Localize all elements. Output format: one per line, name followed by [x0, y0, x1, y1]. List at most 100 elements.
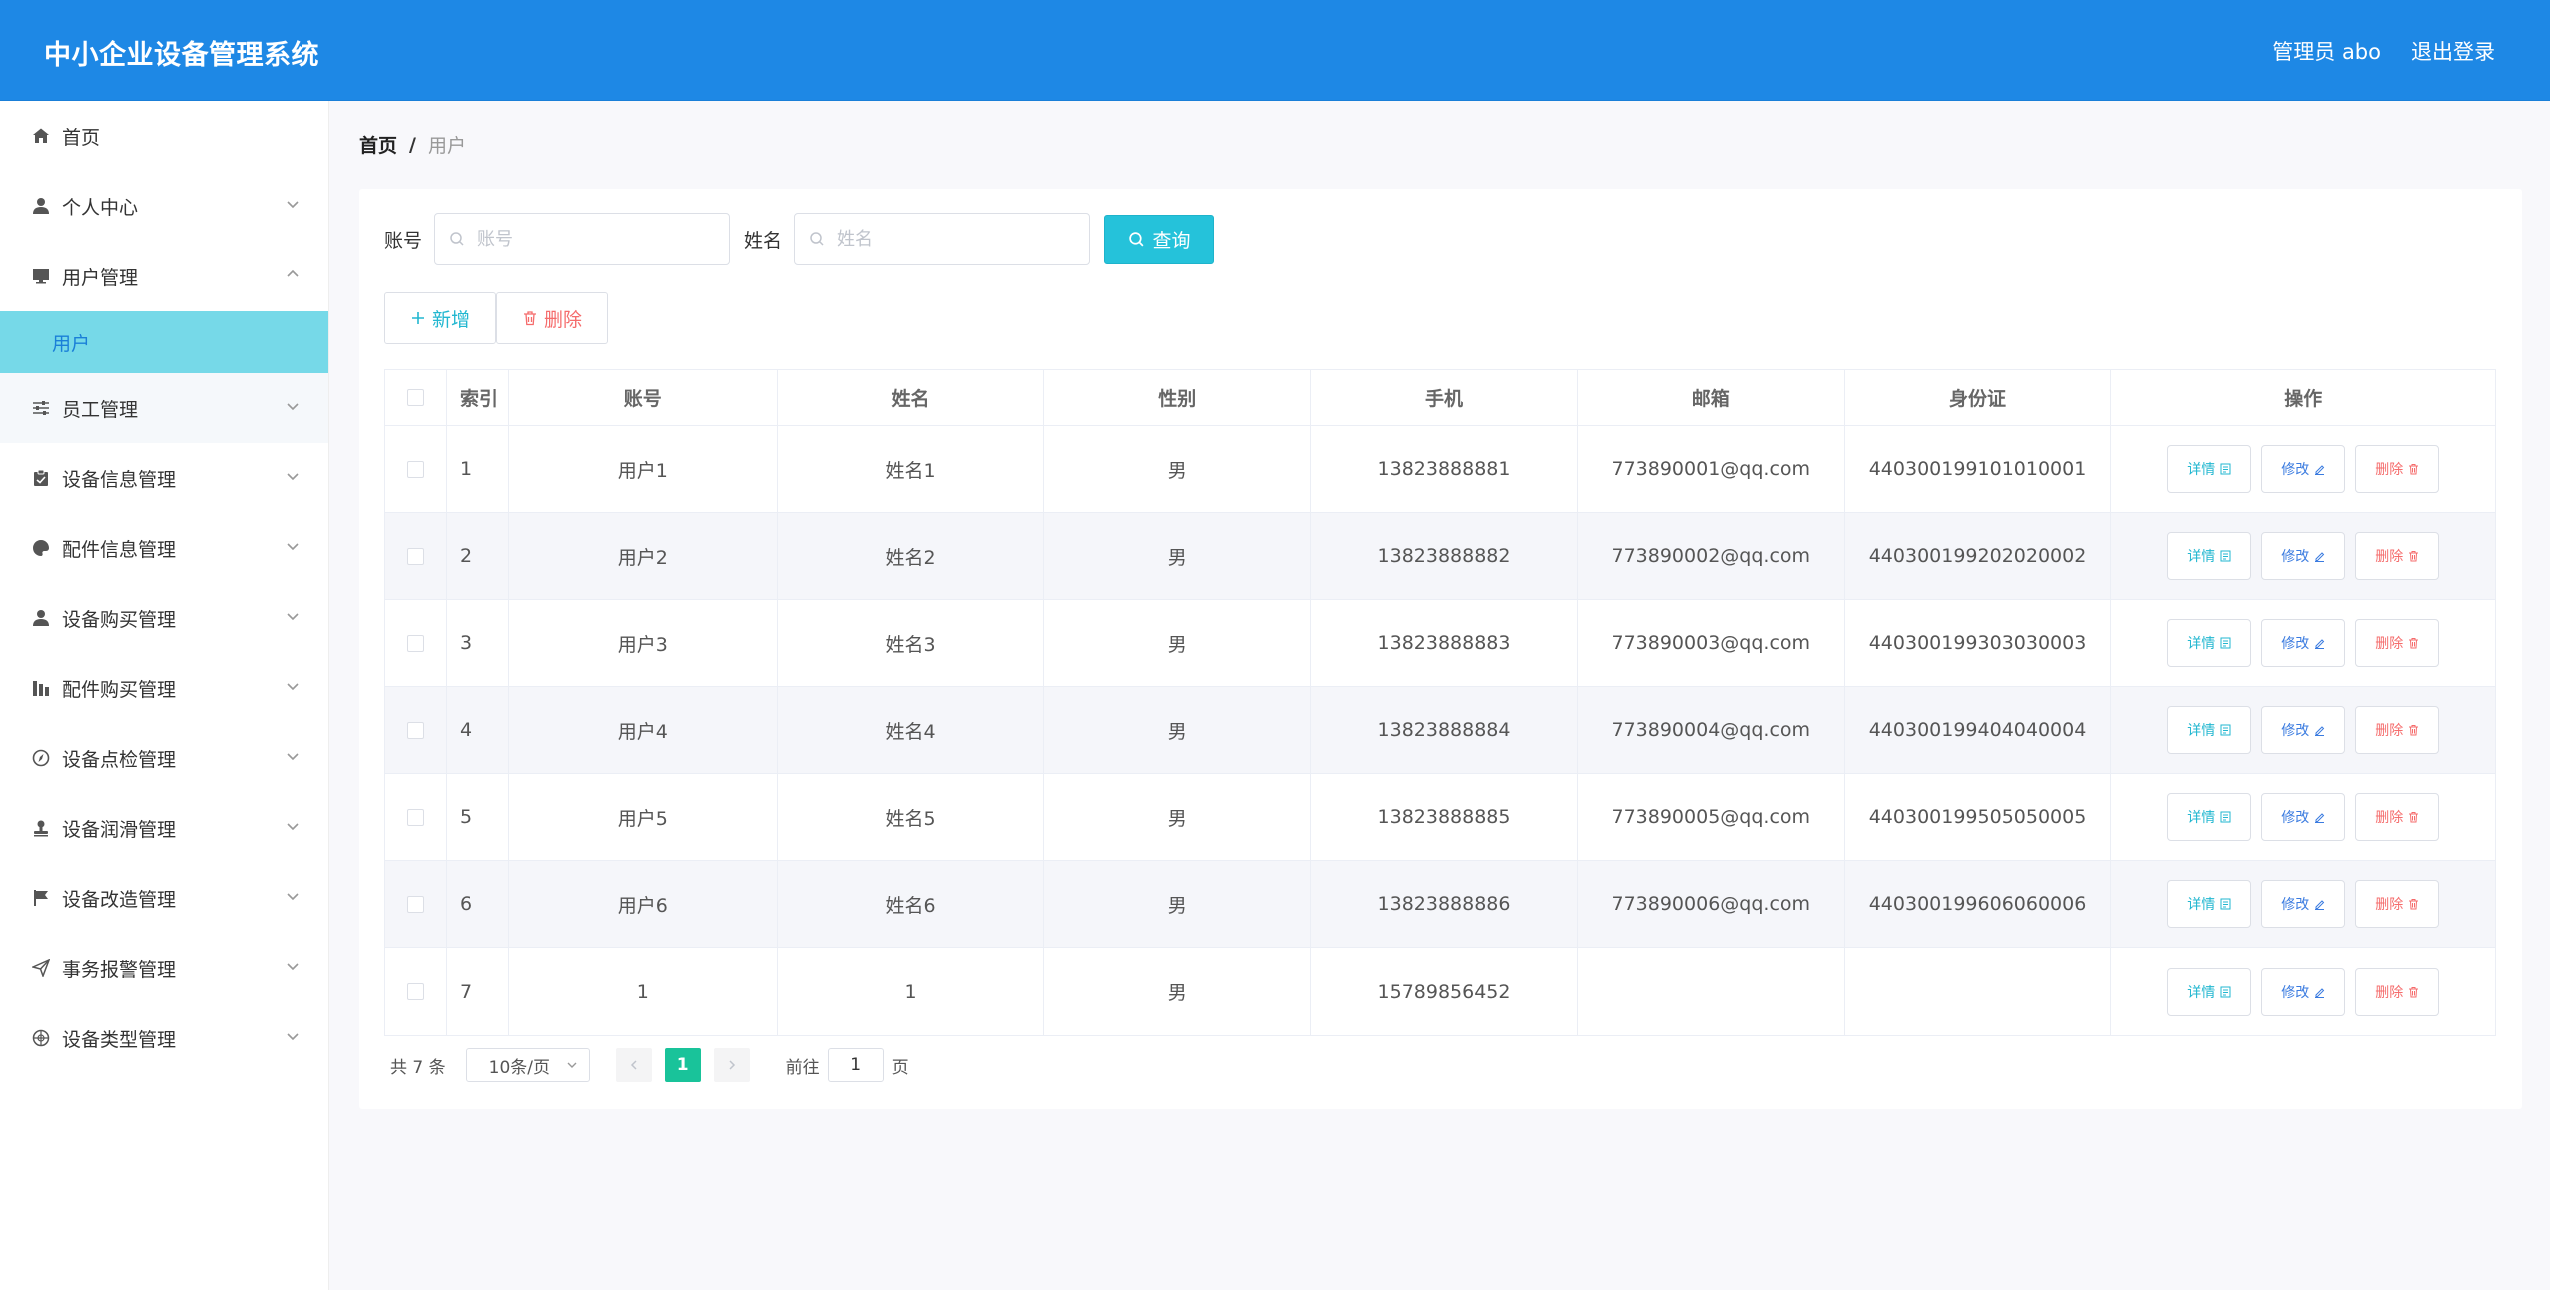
row-checkbox[interactable]	[406, 721, 424, 739]
chevron-down-icon	[287, 403, 299, 411]
chevron-down-icon	[287, 201, 299, 209]
edit-button[interactable]: 修改	[2261, 445, 2346, 493]
cell-index: 5	[447, 774, 509, 860]
cell-email: 773890003@qq.com	[1578, 600, 1845, 686]
edit-button[interactable]: 修改	[2261, 619, 2346, 667]
cell-email: 773890005@qq.com	[1578, 774, 1845, 860]
home-icon	[30, 125, 52, 147]
account-input-wrapper	[434, 213, 731, 265]
row-checkbox[interactable]	[406, 460, 424, 478]
goto-page-input[interactable]	[827, 1048, 884, 1082]
select-all-checkbox[interactable]	[406, 389, 424, 406]
sidebar-item-home[interactable]: 首页	[0, 101, 328, 171]
breadcrumb-home[interactable]: 首页	[359, 131, 397, 158]
add-button[interactable]: 新增	[384, 292, 496, 344]
detail-button[interactable]: 详情	[2167, 793, 2252, 841]
chevron-down-icon	[287, 963, 299, 971]
delete-button[interactable]: 删除	[2355, 967, 2440, 1016]
edit-button[interactable]: 修改	[2261, 532, 2346, 580]
sidebar-item-device-purchase[interactable]: 设备购买管理	[0, 583, 328, 653]
cell-id-card	[1845, 948, 2112, 1035]
cell-index: 1	[447, 426, 509, 512]
edit-icon	[2315, 726, 2325, 736]
cell-gender: 男	[1044, 861, 1312, 947]
detail-button[interactable]: 详情	[2167, 445, 2252, 493]
prev-page-button[interactable]	[615, 1048, 652, 1082]
next-page-button[interactable]	[713, 1048, 750, 1082]
delete-button[interactable]: 删除	[2355, 619, 2440, 667]
sidebar-item-employee-management[interactable]: 员工管理	[0, 373, 328, 443]
sidebar-item-device-modification[interactable]: 设备改造管理	[0, 863, 328, 933]
row-checkbox[interactable]	[406, 547, 424, 565]
sidebar-item-personal-center[interactable]: 个人中心	[0, 171, 328, 241]
account-search-input[interactable]	[475, 227, 706, 251]
cell-gender: 男	[1044, 600, 1312, 686]
cell-id-card: 440300199101010001	[1845, 426, 2112, 512]
cell-name: 姓名5	[778, 774, 1045, 860]
delete-button[interactable]: 删除	[2355, 445, 2440, 493]
detail-button-label: 详情	[2187, 723, 2216, 739]
trash-icon	[2409, 899, 2419, 910]
detail-button[interactable]: 详情	[2167, 532, 2252, 580]
detail-button[interactable]: 详情	[2167, 880, 2252, 928]
table-row: 3 用户3 姓名3 男 13823888883 773890003@qq.com 44030…	[385, 600, 2495, 687]
sidebar-item-device-lubrication[interactable]: 设备润滑管理	[0, 793, 328, 863]
delete-button[interactable]: 删除	[2355, 880, 2440, 928]
delete-button[interactable]: 删除	[2355, 706, 2440, 754]
detail-button[interactable]: 详情	[2167, 619, 2252, 667]
cell-email: 773890001@qq.com	[1578, 426, 1845, 512]
row-checkbox[interactable]	[406, 634, 424, 652]
page-number-current[interactable]: 1	[664, 1048, 701, 1082]
sidebar-item-label: 员工管理	[62, 398, 139, 421]
edit-button[interactable]: 修改	[2261, 793, 2346, 841]
sidebar-item-parts-purchase[interactable]: 配件购买管理	[0, 653, 328, 723]
chevron-down-icon	[287, 683, 299, 691]
edit-button[interactable]: 修改	[2261, 880, 2346, 928]
sidebar-item-parts-info[interactable]: 配件信息管理	[0, 513, 328, 583]
sidebar-item-label: 设备润滑管理	[62, 818, 177, 841]
row-select-cell	[385, 513, 447, 599]
header-user-area: 管理员 abo 退出登录	[2272, 36, 2495, 66]
table-header-row: 索引 账号 姓名 性别 手机 邮箱 身份证 操作	[385, 370, 2495, 426]
sidebar-item-user-management[interactable]: 用户管理	[0, 241, 328, 311]
delete-button[interactable]: 删除	[2355, 532, 2440, 580]
action-toolbar: 新增 删除	[384, 292, 608, 344]
header-index: 索引	[447, 370, 509, 425]
batch-delete-button[interactable]: 删除	[496, 292, 608, 344]
detail-button[interactable]: 详情	[2167, 967, 2252, 1016]
sidebar-item-label: 设备购买管理	[62, 608, 177, 631]
cell-name: 姓名3	[778, 600, 1045, 686]
row-checkbox[interactable]	[406, 895, 424, 913]
cell-email: 773890002@qq.com	[1578, 513, 1845, 599]
sidebar-item-affair-alarm[interactable]: 事务报警管理	[0, 933, 328, 1003]
query-button[interactable]: 查询	[1104, 214, 1215, 264]
page-size-select[interactable]: 10条/页	[465, 1048, 590, 1082]
sidebar-subitem-users[interactable]: 用户	[0, 311, 328, 373]
sidebar-subitem-label: 用户	[52, 332, 91, 355]
header-select-all-cell	[385, 370, 447, 425]
detail-button-label: 详情	[2187, 897, 2216, 913]
logout-link[interactable]: 退出登录	[2411, 36, 2495, 66]
detail-button-label: 详情	[2187, 636, 2216, 652]
edit-button[interactable]: 修改	[2261, 967, 2346, 1016]
row-checkbox[interactable]	[406, 808, 424, 826]
delete-button[interactable]: 删除	[2355, 793, 2440, 841]
table-row: 2 用户2 姓名2 男 13823888882 773890002@qq.com 44030…	[385, 513, 2495, 600]
cell-index: 2	[447, 513, 509, 599]
row-select-cell	[385, 600, 447, 686]
detail-button[interactable]: 详情	[2167, 706, 2252, 754]
edit-button[interactable]: 修改	[2261, 706, 2346, 754]
chevron-down-icon	[287, 473, 299, 481]
goto-suffix: 页	[891, 1057, 909, 1078]
edit-icon	[2315, 552, 2325, 562]
plus-icon	[412, 312, 424, 324]
cell-name: 姓名1	[778, 426, 1045, 512]
edit-button-label: 修改	[2281, 897, 2310, 913]
header-email: 邮箱	[1578, 370, 1845, 425]
sidebar-item-device-info[interactable]: 设备信息管理	[0, 443, 328, 513]
sidebar-item-device-inspection[interactable]: 设备点检管理	[0, 723, 328, 793]
flag-icon	[30, 887, 52, 909]
row-checkbox[interactable]	[406, 983, 424, 1000]
sidebar-item-device-type[interactable]: 设备类型管理	[0, 1003, 328, 1073]
name-search-input[interactable]	[835, 227, 1066, 251]
